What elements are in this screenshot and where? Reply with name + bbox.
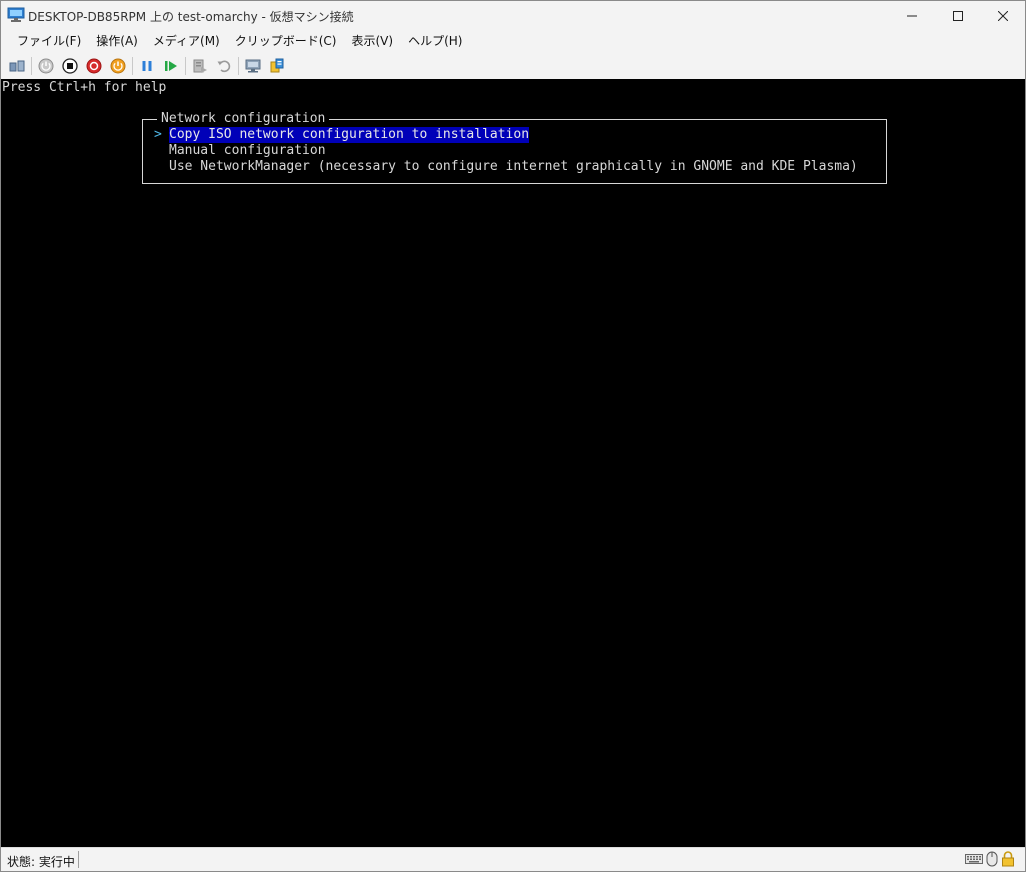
resume-icon [165,61,177,71]
pause-icon [142,61,152,71]
toolbar-separator [132,57,133,75]
save-button[interactable] [106,55,130,77]
close-icon [998,11,1008,21]
maximize-button[interactable] [935,1,981,31]
close-button[interactable] [980,1,1026,31]
checkpoint-button[interactable] [188,55,212,77]
share-button[interactable] [265,55,289,77]
minimize-button[interactable] [889,1,935,31]
maximize-icon [953,11,963,21]
status-text: 状態: 実行中 [7,855,75,869]
pause-button[interactable] [135,55,159,77]
checkpoint-icon [193,59,207,73]
dialog-title: Network configuration [157,111,330,127]
menu-help[interactable]: ヘルプ(H) [400,31,469,53]
minimize-icon [907,15,917,17]
mouse-icon [986,851,998,867]
status-separator [78,851,79,868]
toolbar-separator [31,57,32,75]
status-bar: 状態: 実行中 [1,847,1025,871]
title-bar[interactable]: DESKTOP-DB85RPM 上の test-omarchy - 仮想マシン接… [1,1,1025,31]
start-icon [38,58,54,74]
resume-button[interactable] [159,55,183,77]
menu-media[interactable]: メディア(M) [145,31,227,53]
menu-clipboard[interactable]: クリップボード(C) [227,31,344,53]
option-copy-iso-network-config[interactable]: Copy ISO network configuration to instal… [169,127,530,143]
help-hint-text: Press Ctrl+h for help [2,80,167,95]
turn-off-button[interactable] [58,55,82,77]
vm-connection-app-icon [7,7,25,22]
menu-file[interactable]: ファイル(F) [9,31,88,53]
ctrl-alt-del-icon [9,60,25,72]
menu-view[interactable]: 表示(V) [344,31,401,53]
toolbar-separator [185,57,186,75]
menu-bar: ファイル(F) 操作(A) メディア(M) クリップボード(C) 表示(V) ヘ… [1,31,1025,53]
toolbar-separator [238,57,239,75]
option-manual-configuration[interactable]: Manual configuration [169,143,326,159]
turn-off-icon [62,58,78,74]
vm-connection-window: DESKTOP-DB85RPM 上の test-omarchy - 仮想マシン接… [0,0,1026,872]
vm-console-screen[interactable]: Press Ctrl+h for help Network configurat… [1,79,1025,847]
keyboard-icon [965,854,983,864]
toolbar [1,53,1025,79]
ctrl-alt-del-button[interactable] [5,55,29,77]
start-button[interactable] [34,55,58,77]
status-icons [965,851,1015,867]
option-use-networkmanager[interactable]: Use NetworkManager (necessary to configu… [169,159,858,175]
network-configuration-dialog: Network configuration > Copy ISO network… [142,111,887,184]
enhanced-session-icon [245,59,261,73]
shutdown-button[interactable] [82,55,106,77]
enhanced-session-button[interactable] [241,55,265,77]
revert-button[interactable] [212,55,236,77]
save-state-icon [110,58,126,74]
menu-action[interactable]: 操作(A) [88,31,145,53]
share-icon [270,58,284,73]
lock-icon [1002,851,1014,867]
selection-marker: > [154,127,162,142]
revert-icon [217,60,231,73]
shutdown-icon [86,58,102,74]
window-title: DESKTOP-DB85RPM 上の test-omarchy - 仮想マシン接… [28,10,354,24]
